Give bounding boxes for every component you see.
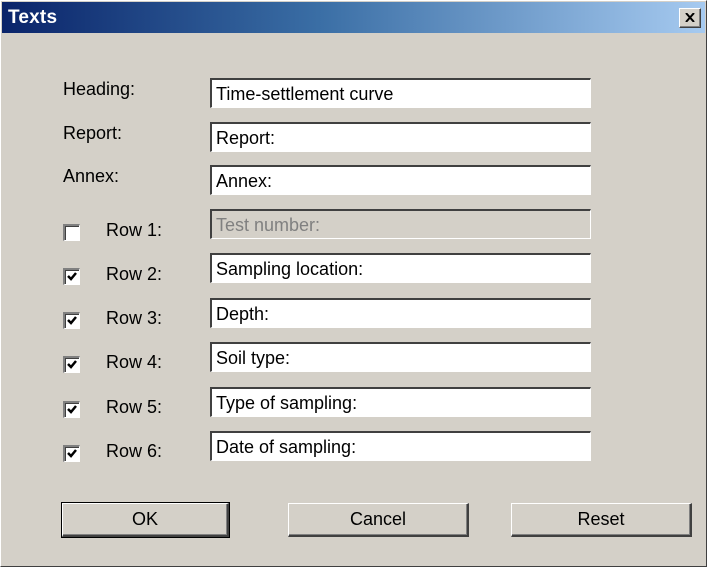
row-1-label: Row 1: [106,220,163,240]
row-3-field[interactable]: Depth: [210,298,591,328]
report-field[interactable]: Report: [210,122,591,152]
row-4-checkbox[interactable] [63,356,80,373]
check-icon [67,316,77,325]
row-2-field[interactable]: Sampling location: [210,253,591,283]
check-icon [67,449,77,458]
row-5-field[interactable]: Type of sampling: [210,387,591,417]
check-icon [67,272,77,281]
row-1-checkbox[interactable] [63,224,80,241]
row-5-checkbox[interactable] [63,401,80,418]
row-6-field[interactable]: Date of sampling: [210,431,591,461]
texts-dialog: Texts Heading: Time-settlement curve Rep… [0,0,707,567]
reset-button[interactable]: Reset [511,503,692,537]
heading-label: Heading: [63,79,136,99]
row-1-field: Test number: [210,209,591,239]
row-2-label: Row 2: [106,264,163,284]
report-label: Report: [63,123,123,143]
check-icon [67,360,77,369]
annex-label: Annex: [63,166,120,186]
row-6-checkbox[interactable] [63,445,80,462]
row-6-label: Row 6: [106,441,163,461]
row-5-label: Row 5: [106,397,163,417]
row-4-label: Row 4: [106,352,163,372]
row-3-label: Row 3: [106,308,163,328]
heading-field[interactable]: Time-settlement curve [210,78,591,108]
annex-field[interactable]: Annex: [210,165,591,195]
row-4-field[interactable]: Soil type: [210,342,591,372]
close-icon [685,13,695,22]
window-title: Texts [8,7,58,28]
check-icon [67,405,77,414]
ok-button[interactable]: OK [61,502,230,538]
row-3-checkbox[interactable] [63,312,80,329]
cancel-button[interactable]: Cancel [288,503,469,537]
close-button[interactable] [679,8,701,28]
title-bar[interactable]: Texts [2,2,705,33]
row-2-checkbox[interactable] [63,268,80,285]
